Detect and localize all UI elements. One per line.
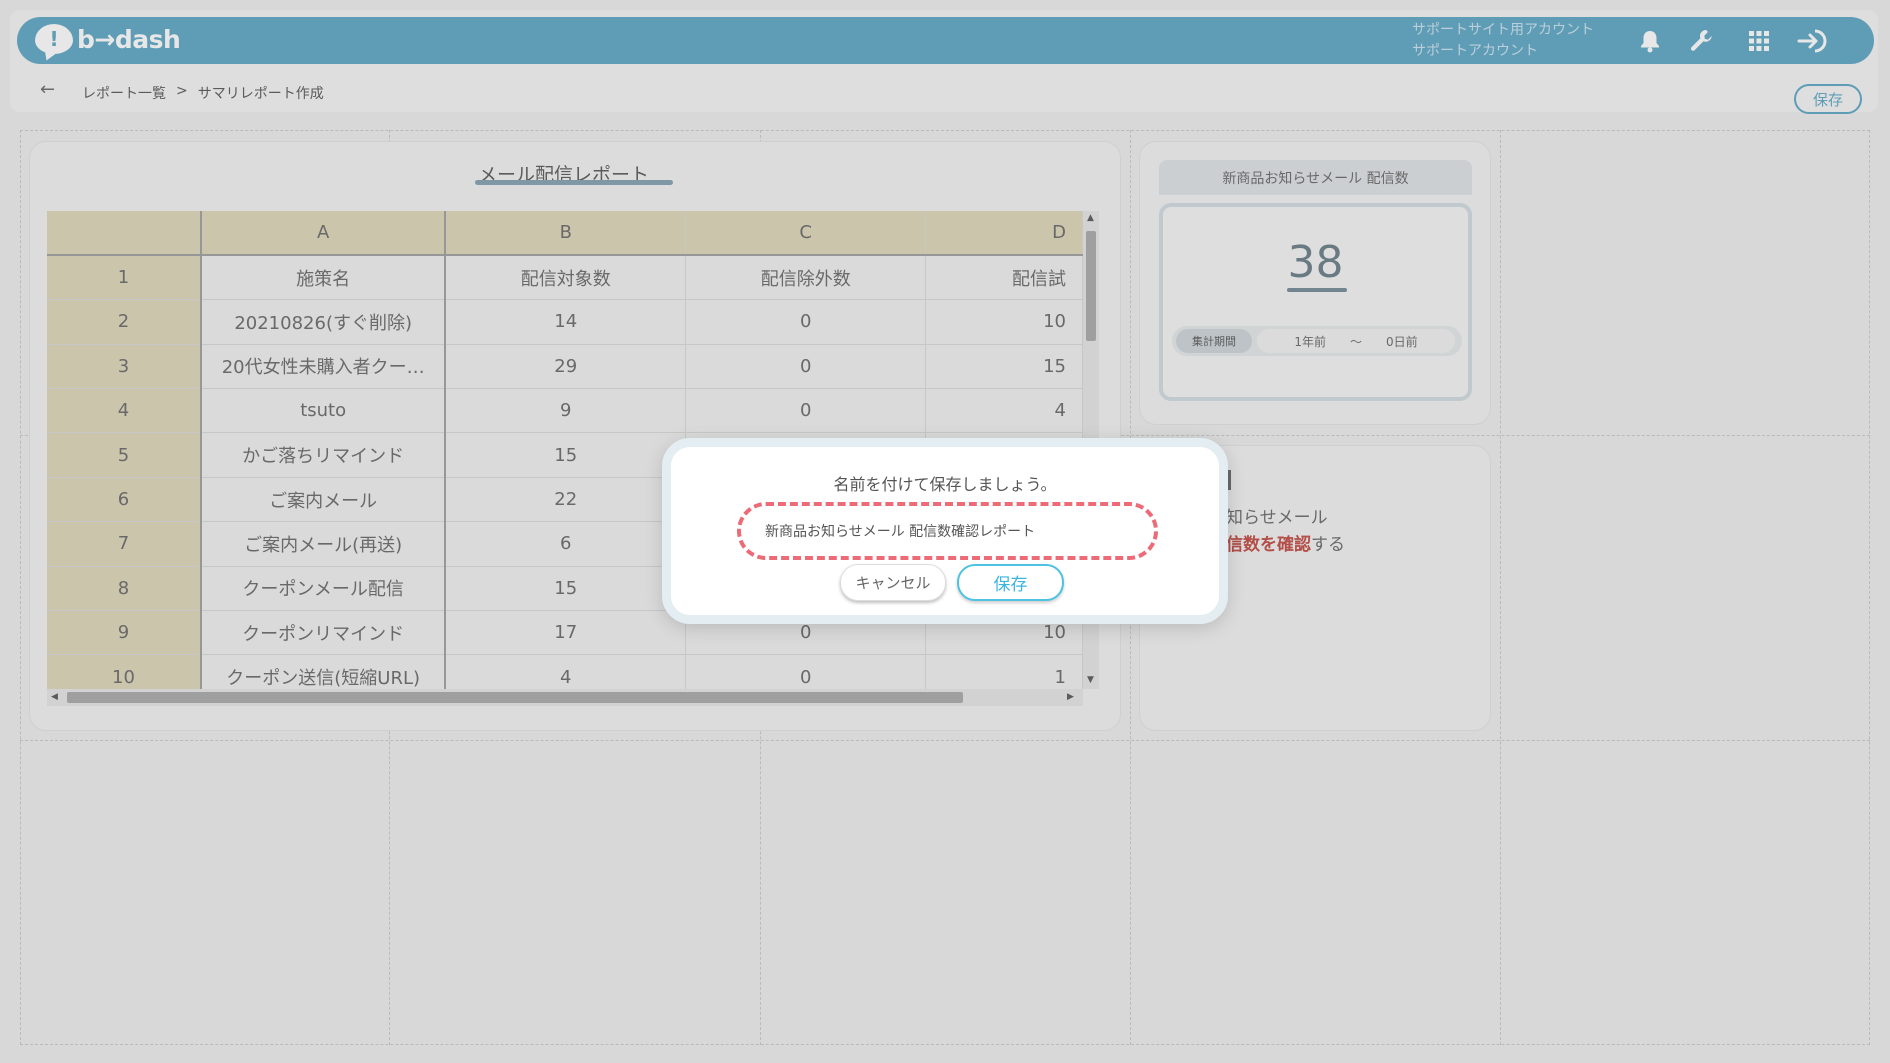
dialog-message: 名前を付けて保存しましょう。 xyxy=(833,475,1057,494)
cancel-button[interactable]: キャンセル xyxy=(840,564,946,601)
save-button[interactable]: 保存 xyxy=(957,564,1064,601)
report-name-input[interactable] xyxy=(737,502,1158,560)
save-name-dialog: 名前を付けて保存しましょう。 キャンセル 保存 xyxy=(662,438,1228,624)
